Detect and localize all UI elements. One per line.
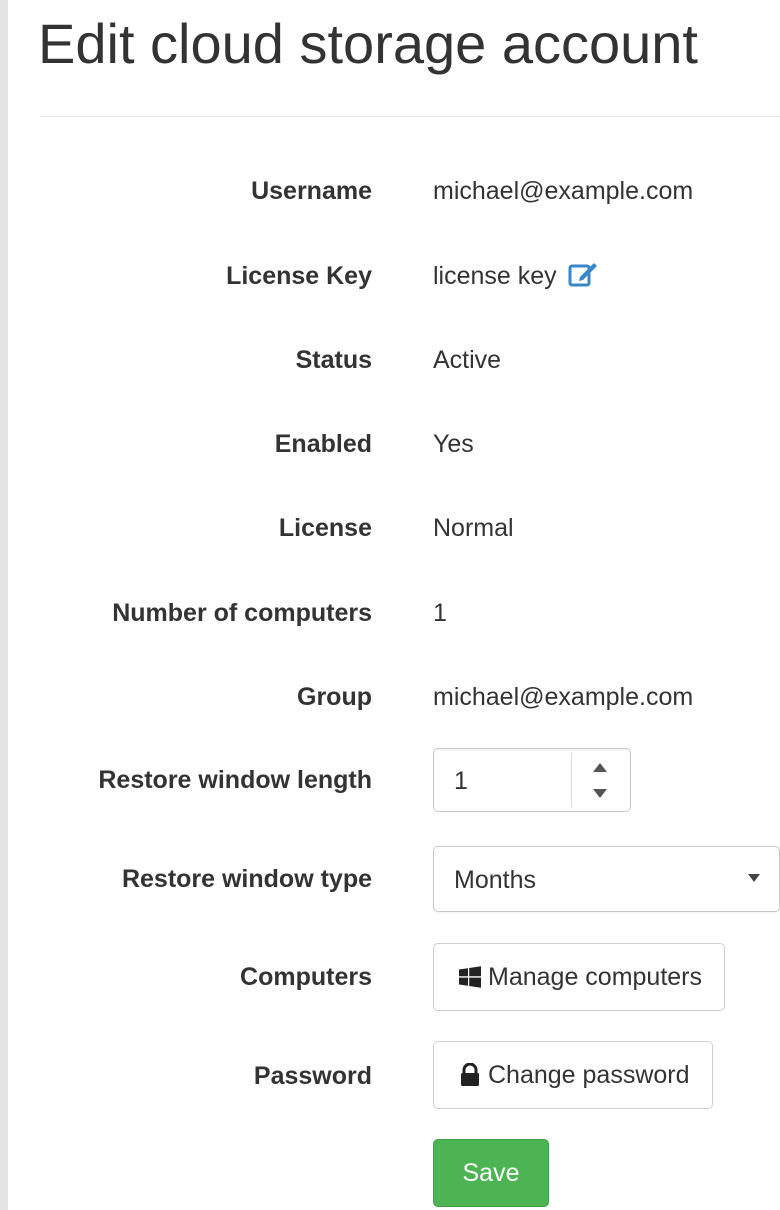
restore-window-type-select[interactable]: Months	[433, 846, 780, 912]
restore-window-length-stepper[interactable]: 1	[433, 748, 631, 812]
restore-window-length-label: Restore window length	[98, 766, 372, 794]
computers-label: Computers	[240, 963, 372, 991]
enabled-value: Yes	[433, 430, 474, 458]
title-divider	[40, 116, 780, 117]
password-label: Password	[253, 1062, 372, 1090]
enabled-label: Enabled	[274, 430, 372, 458]
license-label: License	[278, 514, 372, 542]
username-label: Username	[251, 177, 372, 205]
manage-computers-label: Manage computers	[488, 962, 703, 991]
page-title: Edit cloud storage account	[38, 12, 698, 75]
group-label: Group	[297, 683, 372, 711]
restore-window-type-label: Restore window type	[121, 865, 372, 893]
caret-down-icon	[593, 788, 607, 798]
change-password-label: Change password	[488, 1060, 690, 1089]
number-of-computers-label: Number of computers	[112, 599, 372, 627]
caret-up-icon	[593, 762, 607, 772]
status-label: Status	[295, 346, 372, 374]
stepper-divider	[571, 753, 572, 807]
edit-account-page: Edit cloud storage account Username mich…	[0, 0, 780, 1210]
username-value: michael@example.com	[433, 177, 694, 205]
license-key-value: license key	[433, 262, 557, 290]
windows-icon	[459, 966, 481, 988]
license-key-value-wrap: license key	[433, 261, 598, 291]
restore-window-length-input[interactable]: 1	[454, 766, 468, 796]
change-password-button[interactable]: Change password	[433, 1041, 713, 1109]
save-button[interactable]: Save	[433, 1139, 549, 1207]
restore-window-type-selected: Months	[454, 866, 536, 894]
number-of-computers-value: 1	[433, 599, 447, 627]
manage-computers-button[interactable]: Manage computers	[433, 943, 726, 1011]
edit-icon[interactable]	[568, 261, 598, 287]
stepper-down-button[interactable]	[582, 781, 618, 805]
status-value: Active	[433, 346, 502, 374]
left-border	[0, 0, 8, 1210]
lock-icon	[461, 1063, 479, 1086]
group-value: michael@example.com	[433, 683, 694, 711]
license-key-label: License Key	[226, 262, 372, 290]
stepper-up-button[interactable]	[582, 755, 618, 779]
license-value: Normal	[433, 514, 514, 542]
chevron-down-icon	[748, 874, 760, 882]
